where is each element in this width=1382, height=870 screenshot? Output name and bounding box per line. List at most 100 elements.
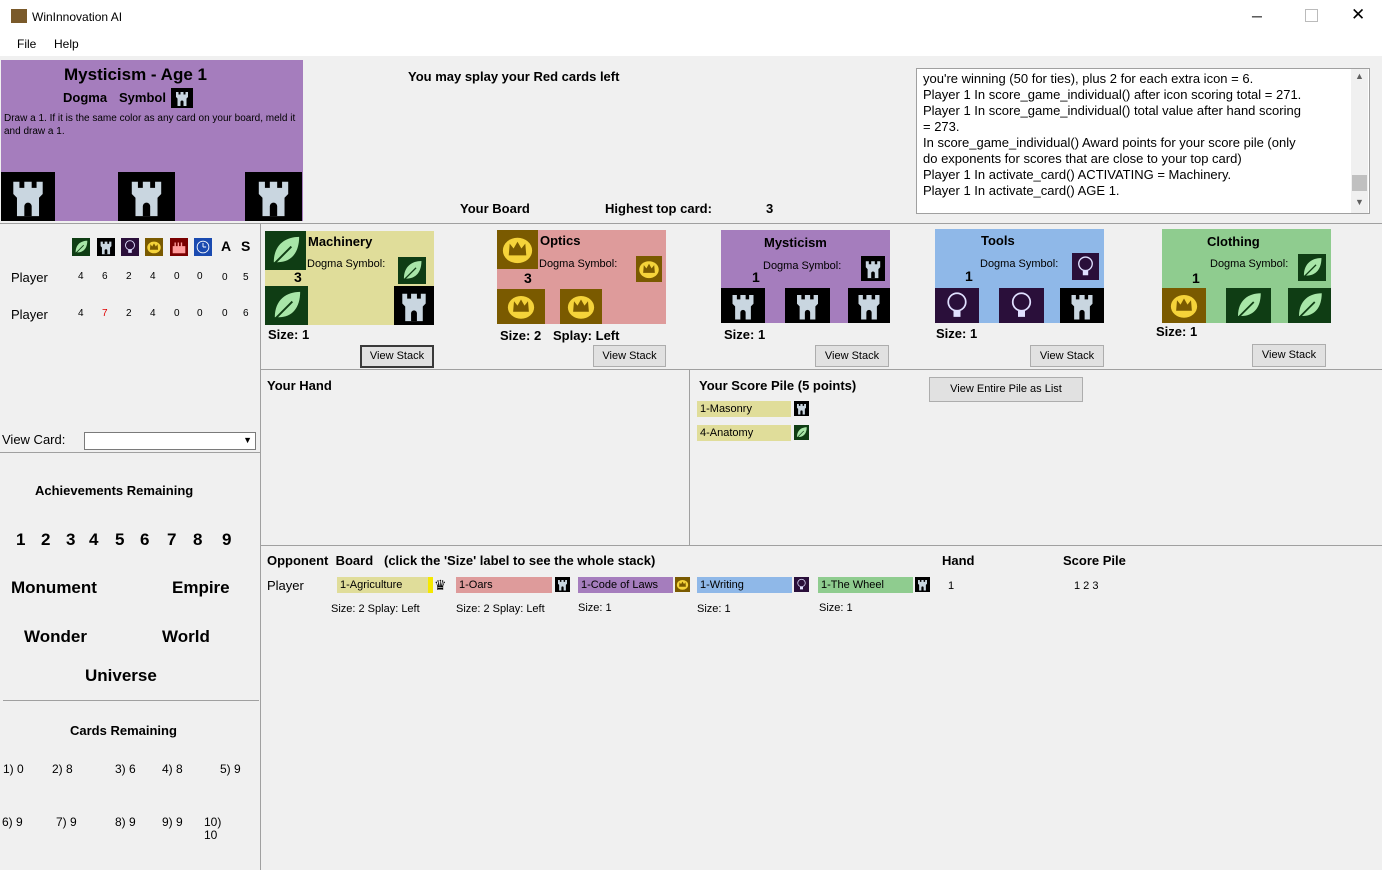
minimize-button[interactable]: ─ (1252, 8, 1268, 24)
count-cell: 0 (222, 308, 228, 319)
count-cell: 4 (150, 308, 156, 319)
crown-icon (1162, 288, 1206, 323)
leaf-icon (265, 231, 306, 270)
cards-remaining-item: 2) 8 (52, 762, 73, 776)
opponent-player-label: Player (267, 578, 304, 593)
view-stack-button[interactable]: View Stack (1252, 344, 1326, 367)
tower-icon (171, 88, 193, 108)
view-entire-pile-button[interactable]: View Entire Pile as List (929, 377, 1083, 402)
opponent-card[interactable]: 1-Oars (456, 577, 552, 593)
opponent-card[interactable]: 1-Code of Laws (578, 577, 673, 593)
achievement-universe: Universe (85, 666, 157, 685)
view-card-dropdown[interactable]: ▼ (84, 432, 256, 450)
opponent-card-info[interactable]: Size: 2 Splay: Left (331, 603, 420, 615)
opponent-score-value: 1 2 3 (1074, 580, 1099, 592)
count-cell: 0 (197, 271, 203, 282)
opponent-card-info[interactable]: Size: 1 (819, 602, 853, 614)
crown-black-icon: ♛ (434, 577, 447, 593)
opponent-hand-title: Hand (942, 553, 975, 568)
bulb-icon (935, 288, 979, 323)
your-board-label: Your Board (460, 201, 530, 216)
view-stack-button[interactable]: View Stack (360, 345, 434, 368)
selected-card-text: Draw a 1. If it is the same color as any… (4, 113, 296, 137)
count-cell: 4 (150, 271, 156, 282)
scroll-up-arrow-icon[interactable]: ▲ (1355, 71, 1364, 81)
achievement-number: 1 (16, 530, 26, 549)
bulb-icon (121, 238, 139, 256)
maximize-button[interactable] (1305, 9, 1318, 22)
chevron-down-icon[interactable]: ▼ (243, 435, 252, 445)
count-cell: 6 (102, 271, 108, 282)
count-cell: 0 (197, 308, 203, 319)
count-cell: 5 (243, 272, 249, 283)
score-pile-title: Your Score Pile (5 points) (699, 378, 857, 393)
log-textbox[interactable]: you're winning (50 for ties), plus 2 for… (916, 68, 1370, 214)
log-line: Player 1 In score_game_individual() tota… (923, 103, 1301, 118)
tower-icon (794, 401, 809, 416)
board-card-dogma-label: Dogma Symbol: (763, 260, 842, 272)
log-line: In score_game_individual() Award points … (923, 135, 1296, 150)
leaf-icon (794, 425, 809, 440)
board-card-size[interactable]: Size: 1 (268, 327, 309, 342)
scrollbar-thumb[interactable] (1352, 175, 1367, 191)
opponent-card[interactable]: 1-Writing (697, 577, 792, 593)
tower-icon (848, 288, 890, 323)
cards-remaining-item: 10 (204, 828, 218, 842)
achievements-title: Achievements Remaining (35, 483, 194, 498)
header-achievements: A (221, 238, 232, 254)
factory-icon (170, 238, 188, 256)
tower-icon (1, 172, 55, 221)
board-card-size[interactable]: Size: 2 (500, 328, 541, 343)
tower-icon (245, 172, 302, 221)
board-card-dogma-label: Dogma Symbol: (980, 258, 1059, 270)
cards-remaining-item: 4) 8 (162, 762, 183, 776)
cards-remaining-item: 7) 9 (56, 815, 77, 829)
board-card-age: 1 (965, 268, 973, 284)
opponent-card-info[interactable]: Size: 2 Splay: Left (456, 603, 545, 615)
selected-card-dogma-label: Dogma (63, 90, 108, 105)
opponent-card[interactable]: 1-The Wheel (818, 577, 913, 593)
crown-icon (497, 289, 545, 324)
leaf-icon (398, 257, 426, 284)
board-card-age: 3 (294, 269, 302, 285)
board-card-age: 1 (1192, 270, 1200, 286)
bulb-icon (794, 577, 809, 592)
tower-icon (785, 288, 830, 323)
achievement-empire: Empire (172, 578, 230, 597)
view-stack-button[interactable]: View Stack (815, 345, 889, 367)
divider (261, 369, 1382, 370)
score-pile-card[interactable]: 4-Anatomy (697, 425, 791, 441)
cards-remaining-item: 6) 9 (2, 815, 23, 829)
score-pile-card[interactable]: 1-Masonry (697, 401, 791, 417)
log-lines: you're winning (50 for ties), plus 2 for… (923, 71, 1348, 199)
board-card-name: Tools (981, 233, 1015, 248)
opponent-card-info[interactable]: Size: 1 (697, 603, 731, 615)
view-stack-button[interactable]: View Stack (593, 345, 666, 367)
board-card-name: Clothing (1207, 234, 1260, 249)
board-card-size[interactable]: Size: 1 (724, 327, 765, 342)
leaf-icon (265, 286, 308, 325)
crown-icon (675, 577, 690, 592)
menu-help[interactable]: Help (54, 37, 79, 51)
close-button[interactable]: ✕ (1351, 5, 1365, 25)
divider (689, 370, 690, 545)
opponent-board-title: Opponent Board (click the 'Size' label t… (267, 553, 656, 568)
scroll-down-arrow-icon[interactable]: ▼ (1355, 197, 1364, 207)
opponent-card-info[interactable]: Size: 1 (578, 602, 612, 614)
divider (0, 223, 1382, 224)
menu-file[interactable]: File (17, 37, 36, 51)
tower-icon (555, 577, 570, 592)
board-card-size[interactable]: Size: 1 (1156, 324, 1197, 339)
cards-remaining-item: 5) 9 (220, 762, 241, 776)
board-card-size[interactable]: Size: 1 (936, 326, 977, 341)
count-cell: 2 (126, 308, 132, 319)
count-cell: 4 (78, 308, 84, 319)
opponent-card[interactable]: 1-Agriculture (337, 577, 433, 593)
divider (0, 452, 260, 453)
view-stack-button[interactable]: View Stack (1030, 345, 1104, 367)
achievement-world: World (162, 627, 210, 646)
achievement-number: 3 (66, 530, 76, 549)
achievement-number: 2 (41, 530, 51, 549)
log-scrollbar[interactable]: ▲ ▼ (1351, 69, 1368, 213)
count-cell: 0 (222, 272, 228, 283)
